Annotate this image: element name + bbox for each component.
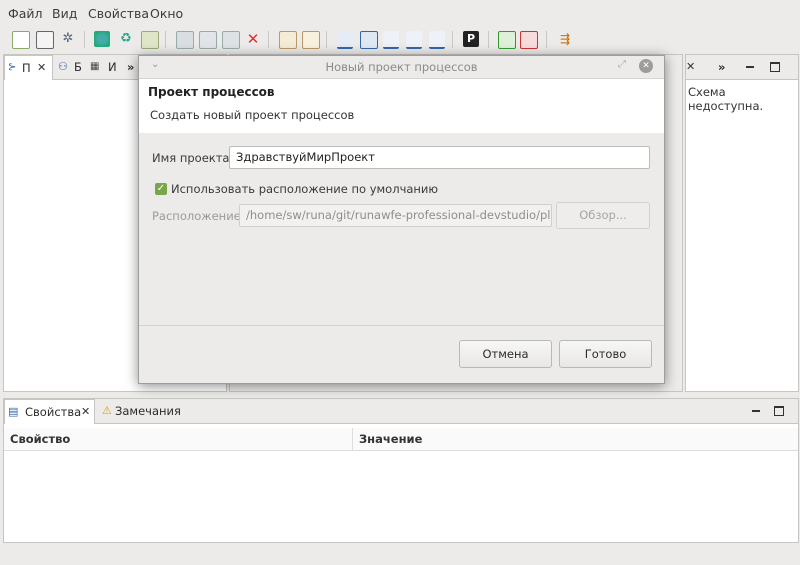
p-icon[interactable]: P [463, 31, 479, 47]
properties-view: ▤ Свойства ✕ ⚠ Замечания Свойство Значен… [3, 398, 799, 543]
dialog-header-description: Создать новый проект процессов [150, 108, 355, 122]
close-icon[interactable]: ✕ [81, 400, 90, 424]
project-name-input[interactable]: ЗдравствуйМирПроект [229, 146, 650, 169]
tab-bots[interactable]: ⚇ Б [56, 55, 90, 79]
recycle-icon[interactable]: ♻ [118, 31, 134, 47]
dialog-title: Новый проект процессов [325, 60, 478, 74]
delete-icon[interactable]: ✕ [245, 31, 261, 47]
sync-icon[interactable] [360, 31, 378, 49]
toolbar: ✲ ♻ ✕ P ⇶ [0, 26, 800, 52]
menu-window[interactable]: Окно [150, 6, 183, 21]
properties-icon: ▤ [8, 405, 19, 418]
location-input[interactable]: /home/sw/runa/git/runawfe-professional-d… [239, 204, 552, 227]
tab-problems-label: Замечания [115, 404, 181, 418]
close-icon[interactable]: ✕ [639, 59, 653, 73]
settings-icon[interactable]: ✲ [60, 31, 76, 47]
deploy-icon[interactable] [337, 31, 353, 49]
column-value[interactable]: Значение [353, 428, 798, 450]
right-view: ✕ » Схема недоступна. [685, 54, 799, 392]
browse-button[interactable]: Обзор... [556, 202, 650, 229]
tab-problems[interactable]: ⚠ Замечания [100, 399, 190, 423]
dialog-header: Проект процессов Создать новый проект пр… [139, 79, 664, 134]
upload-icon[interactable] [302, 31, 320, 49]
tab-bots-label: Б [74, 60, 82, 74]
tab-properties[interactable]: ▤ Свойства ✕ [4, 399, 95, 424]
grid-icon: ▦ [90, 61, 100, 72]
menu-file[interactable]: Файл [8, 6, 43, 21]
right-view-tabbar: ✕ » [686, 55, 798, 80]
new-project-icon[interactable] [12, 31, 30, 49]
new-project-dialog: ⌄ Новый проект процессов ⤢ ✕ Проект проц… [138, 55, 665, 384]
project-name-label: Имя проекта: [152, 151, 234, 165]
toolbar-separator [84, 31, 85, 48]
dialog-titlebar: ⌄ Новый проект процессов ⤢ ✕ [139, 56, 664, 79]
menu-properties[interactable]: Свойства [88, 6, 149, 21]
maximize-icon[interactable] [770, 62, 780, 72]
project-icon: ⊱ [8, 62, 17, 73]
use-default-label[interactable]: Использовать расположение по умолчанию [171, 182, 438, 196]
tab-info-label: И [108, 60, 117, 74]
stats-icon[interactable] [383, 31, 399, 49]
close-icon[interactable]: ✕ [37, 56, 46, 80]
toolbar-separator [488, 31, 489, 48]
dialog-content: Имя проекта: ЗдравствуйМирПроект ✓ Испол… [139, 133, 664, 326]
maximize-icon[interactable] [774, 406, 784, 416]
resize-icon[interactable]: ⤢ [618, 59, 626, 70]
import-icon[interactable] [279, 31, 297, 49]
close-icon[interactable]: ✕ [686, 60, 695, 73]
more-tabs-chevron[interactable]: » [718, 55, 725, 79]
use-default-checkbox[interactable]: ✓ [155, 183, 167, 195]
tab-project-explorer[interactable]: ⊱ П ✕ [4, 55, 53, 80]
chart-icon[interactable] [429, 31, 445, 49]
bot-icon[interactable] [94, 31, 110, 47]
location-label: Расположение: [152, 209, 245, 223]
dialog-header-title: Проект процессов [148, 85, 275, 99]
minimize-icon[interactable] [750, 405, 762, 417]
properties-table-header: Свойство Значение [4, 428, 798, 451]
toolbar-separator [165, 31, 166, 48]
menubar: Файл Вид Свойства Окно [0, 0, 800, 26]
layout-icon[interactable] [36, 31, 54, 49]
run-icon[interactable]: ⇶ [557, 31, 573, 47]
refresh-green-icon[interactable] [498, 31, 516, 49]
cancel-button[interactable]: Отмена [459, 340, 552, 368]
finish-button[interactable]: Готово [559, 340, 652, 368]
column-property[interactable]: Свойство [4, 428, 353, 450]
menu-view[interactable]: Вид [52, 6, 77, 21]
edit-icon[interactable] [141, 31, 159, 49]
minimize-icon[interactable] [744, 61, 756, 73]
close-red-icon[interactable] [520, 31, 538, 49]
toolbar-separator [452, 31, 453, 48]
warning-icon: ⚠ [102, 404, 112, 417]
chart-icon[interactable] [406, 31, 422, 49]
tab-project-label: П [22, 61, 31, 75]
schema-unavailable-text: Схема недоступна. [688, 85, 764, 113]
toolbar-separator [326, 31, 327, 48]
tab-properties-label: Свойства [25, 405, 82, 419]
bots-icon: ⚇ [58, 60, 68, 73]
more-tabs-chevron[interactable]: » [127, 55, 134, 79]
tab-info[interactable]: ▦ И [88, 55, 124, 79]
toolbar-separator [268, 31, 269, 48]
toolbar-separator [546, 31, 547, 48]
save-all-icon[interactable] [199, 31, 217, 49]
save-icon[interactable] [176, 31, 194, 49]
export-icon[interactable] [222, 31, 240, 49]
properties-tabbar: ▤ Свойства ✕ ⚠ Замечания [4, 399, 798, 424]
